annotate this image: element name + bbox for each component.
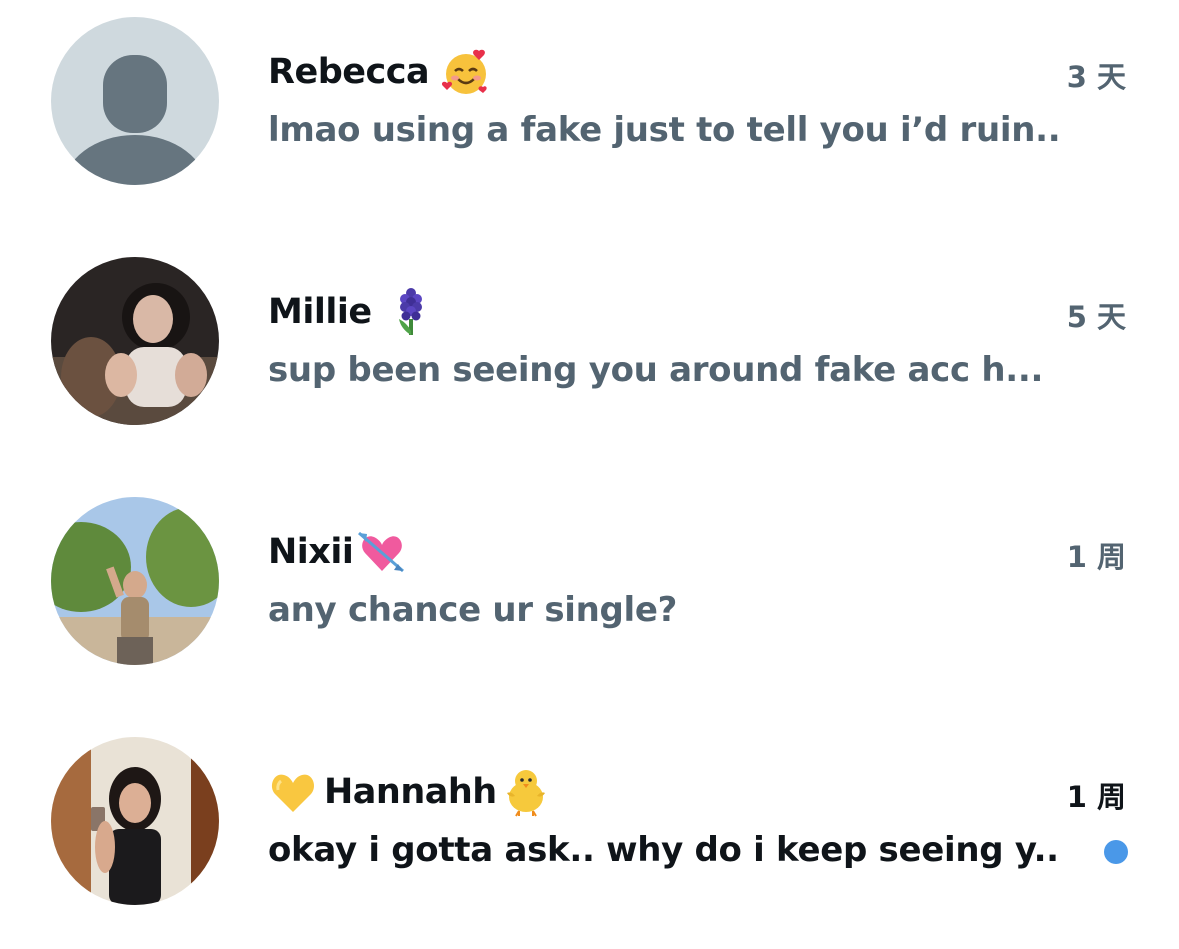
user-avatar[interactable] [51,257,219,425]
user-avatar[interactable] [51,497,219,665]
front-facing-baby-chick-emoji [501,767,551,817]
conversation-name-line: Nixii [268,524,407,580]
conversation-time: 1 周 [1066,540,1126,574]
conversation-name-line: Hannahh [268,764,551,820]
user-avatar[interactable] [51,737,219,905]
conversation-item-hannahh[interactable]: Hannahh 1 周 okay i gotta ask.. why do i … [0,720,1179,949]
conversation-preview: okay i gotta ask.. why do i keep seeing … [268,830,1058,870]
conversation-name: Nixii [268,532,354,572]
conversation-item-rebecca[interactable]: Rebecca 3 天 lmao using a fake just to te… [0,0,1179,240]
unread-indicator [1104,840,1128,864]
conversation-time: 3 天 [1066,60,1126,94]
conversation-list: Rebecca 3 天 lmao using a fake just to te… [0,0,1179,949]
conversation-time: 1 周 [1066,780,1126,814]
conversation-name: Hannahh [324,772,497,812]
conversation-name: Rebecca [268,52,430,92]
conversation-preview: lmao using a fake just to tell you i’d r… [268,110,1058,150]
conversation-item-nixii[interactable]: Nixii 1 周 any chance ur single? [0,480,1179,720]
conversation-preview: any chance ur single? [268,590,678,630]
hyacinth-emoji [386,287,436,337]
conversation-preview: sup been seeing you around fake acc h... [268,350,1044,390]
conversation-name-line: Millie [268,284,436,340]
conversation-item-millie[interactable]: Millie 5 天 sup been seeing you around fa… [0,240,1179,480]
conversation-name-line: Rebecca [268,44,491,100]
conversation-name: Millie [268,292,372,332]
yellow-heart-emoji [268,767,318,817]
conversation-time: 5 天 [1066,300,1126,334]
smiling-face-with-hearts-emoji [441,47,491,97]
heart-with-arrow-emoji [357,527,407,577]
default-avatar[interactable] [51,17,219,185]
